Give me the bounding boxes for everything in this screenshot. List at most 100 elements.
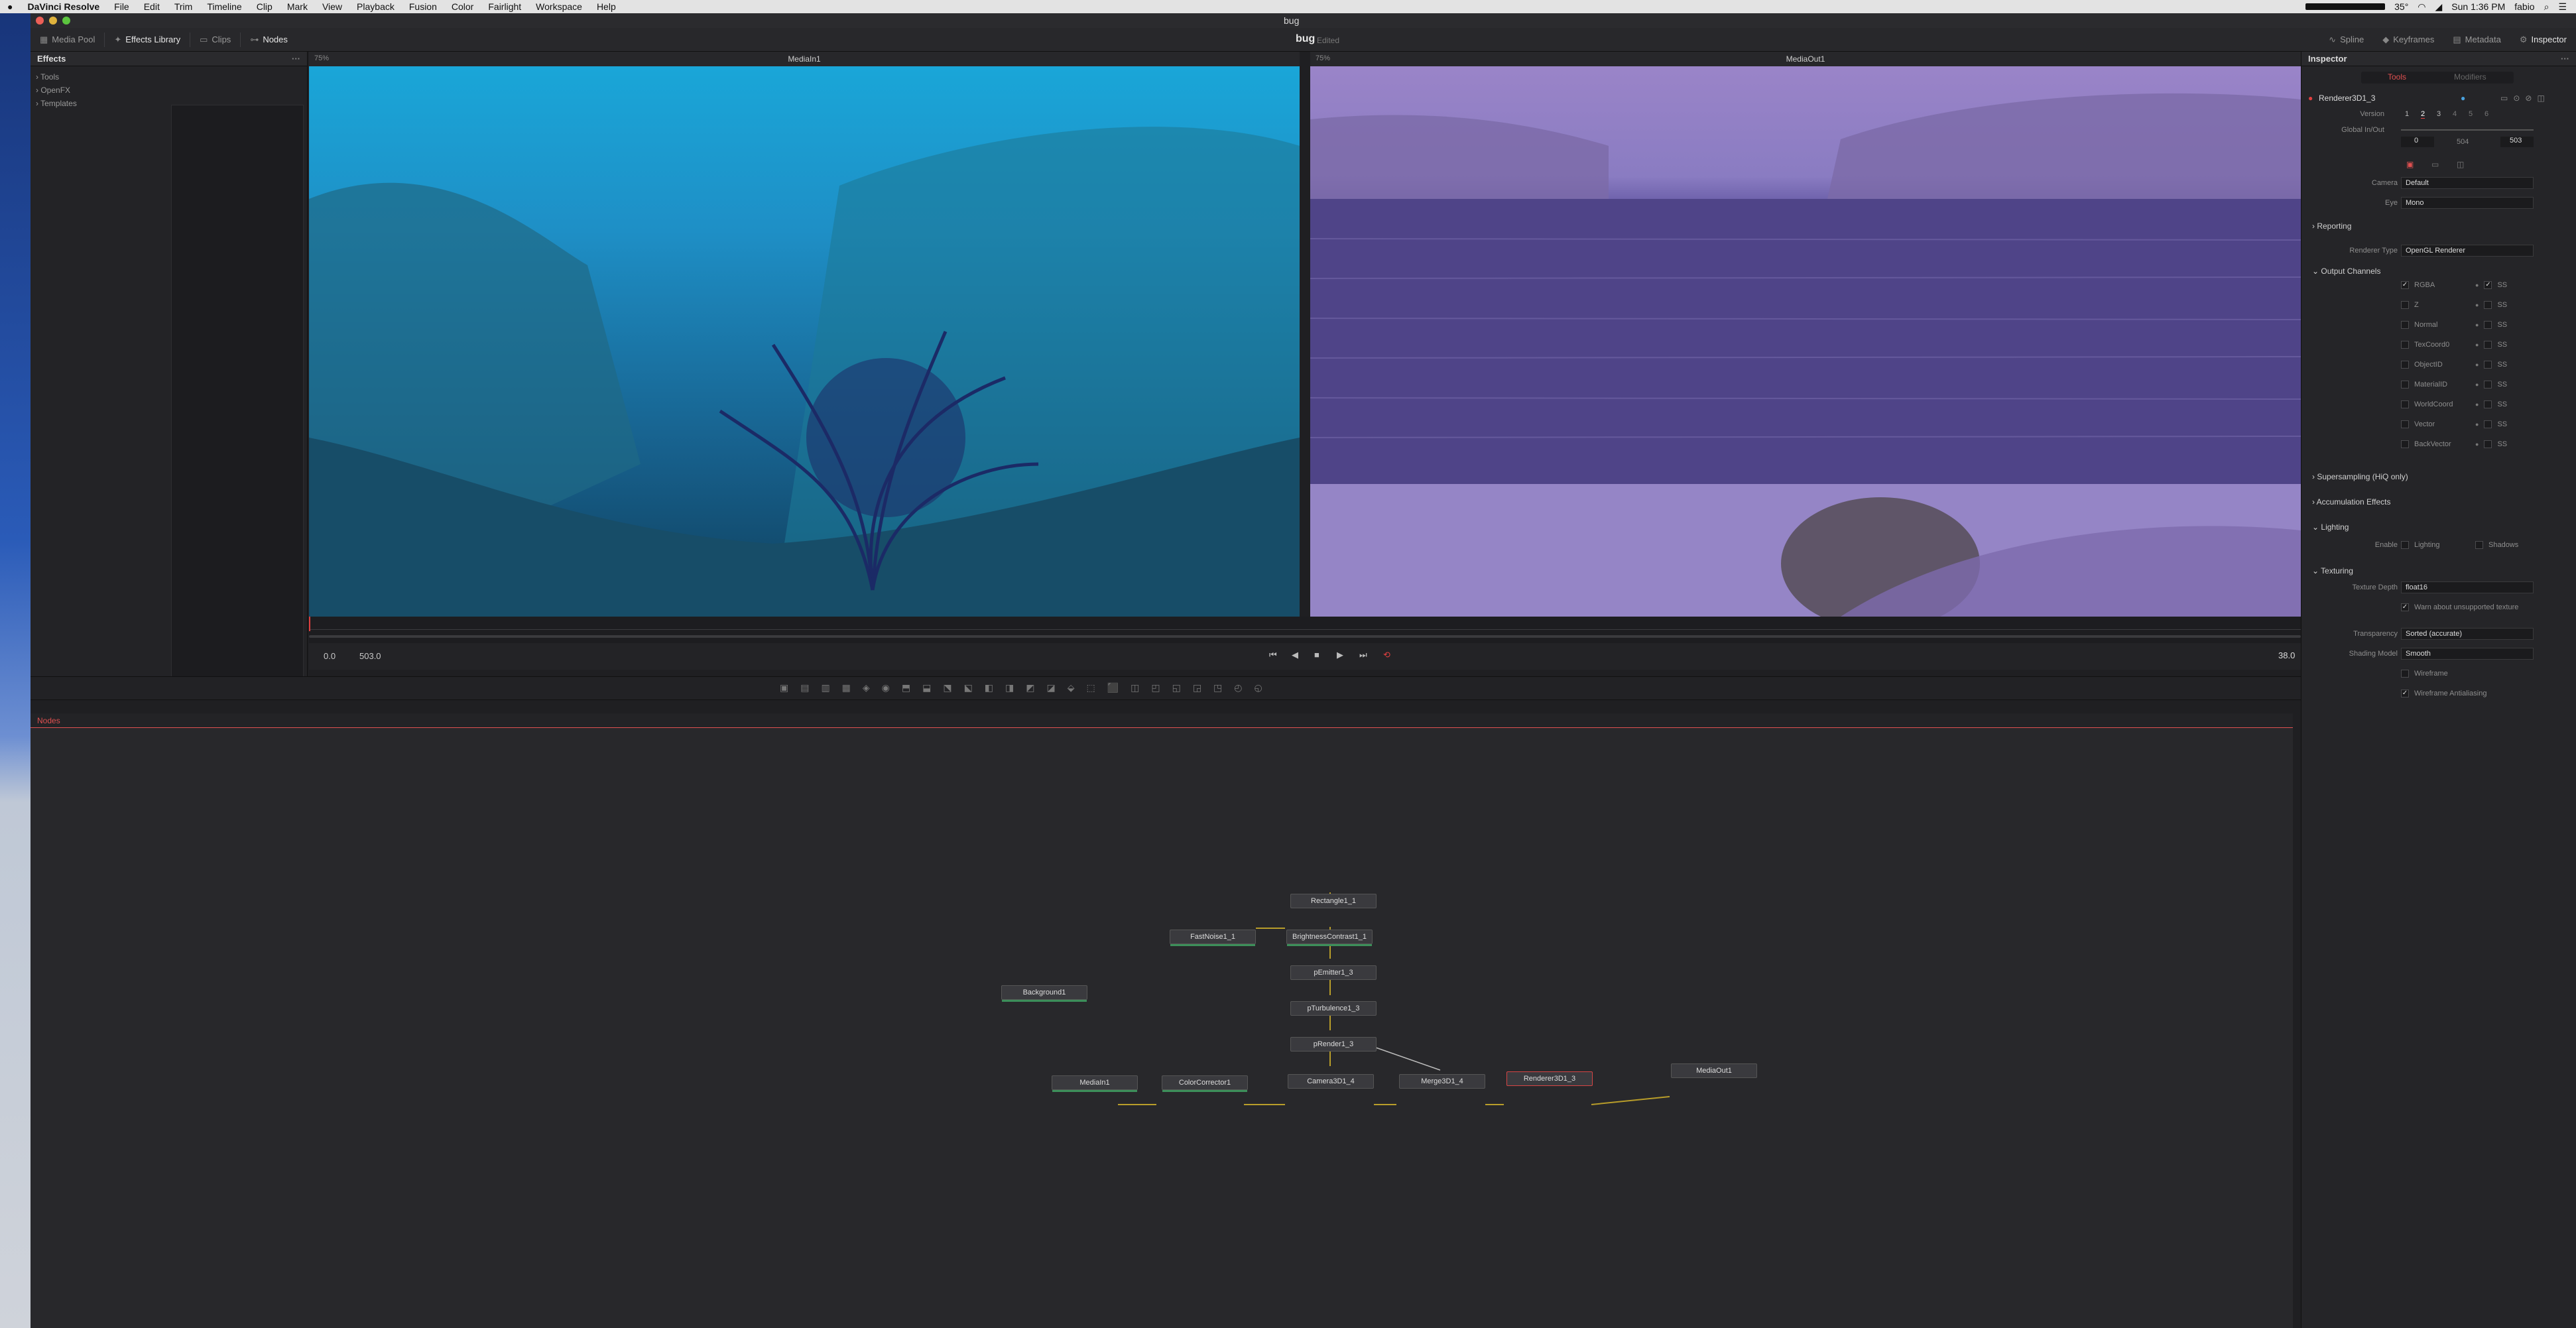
render-out-field[interactable]: 503.0: [359, 651, 381, 661]
viewer-left-zoom[interactable]: 75%: [314, 54, 329, 62]
controls-tab-icon[interactable]: ▣: [2406, 160, 2414, 169]
go-to-end-icon[interactable]: ⏭: [1359, 650, 1367, 660]
menu-mark[interactable]: Mark: [280, 0, 315, 13]
version-2[interactable]: 2: [2421, 110, 2425, 119]
more-options-icon[interactable]: ···: [2561, 54, 2569, 64]
node-background[interactable]: Background1: [1001, 985, 1087, 1002]
node-prender[interactable]: pRender1_3: [1290, 1037, 1377, 1052]
app-menu[interactable]: DaVinci Resolve: [20, 0, 107, 13]
global-in-field[interactable]: 0: [2401, 137, 2434, 147]
ss-checkbox[interactable]: [2484, 381, 2492, 389]
menu-workspace[interactable]: Workspace: [528, 0, 589, 13]
current-frame[interactable]: 38.0: [2278, 650, 2295, 660]
viewer-left-image[interactable]: [309, 66, 1300, 617]
notification-center-icon[interactable]: ☰: [2558, 1, 2567, 13]
tool-header-icons[interactable]: ▭⊙⊘◫: [2500, 93, 2550, 103]
node-brightness-contrast[interactable]: BrightnessContrast1_1: [1286, 930, 1373, 946]
nodes-button[interactable]: ⊶ Nodes: [241, 28, 297, 52]
node-renderer3d[interactable]: Renderer3D1_3: [1506, 1071, 1593, 1086]
effects-list[interactable]: [171, 105, 304, 682]
ss-checkbox[interactable]: [2484, 400, 2492, 408]
version-5[interactable]: 5: [2469, 110, 2473, 118]
node-colorcorrector[interactable]: ColorCorrector1: [1162, 1075, 1248, 1092]
play-forward-icon[interactable]: ▶: [1337, 650, 1343, 660]
volume-icon[interactable]: ◢: [2435, 1, 2443, 13]
viewer-right-zoom[interactable]: 75%: [1316, 54, 1330, 62]
viewer-right-image[interactable]: [1310, 66, 2301, 617]
effects-library-button[interactable]: ✦ Effects Library: [105, 28, 190, 52]
menu-help[interactable]: Help: [589, 0, 623, 13]
camera-select[interactable]: Default: [2401, 177, 2534, 189]
channel-checkbox[interactable]: ✓: [2401, 281, 2409, 289]
zoom-window-button[interactable]: [62, 17, 70, 25]
node-camera3d[interactable]: Camera3D1_4: [1288, 1074, 1374, 1089]
scrub-bar[interactable]: [309, 635, 2301, 638]
spotlight-search-icon[interactable]: ⌕: [2544, 1, 2549, 13]
menu-fusion[interactable]: Fusion: [402, 0, 444, 13]
spline-button[interactable]: ∿ Spline: [2319, 28, 2373, 52]
channel-checkbox[interactable]: [2401, 321, 2409, 329]
warn-checkbox[interactable]: ✓: [2401, 603, 2409, 611]
channel-checkbox[interactable]: [2401, 420, 2409, 428]
channel-checkbox[interactable]: [2401, 400, 2409, 408]
eye-select[interactable]: Mono: [2401, 197, 2534, 209]
version-6[interactable]: 6: [2484, 110, 2488, 118]
version-3[interactable]: 3: [2437, 110, 2441, 118]
node-merge3d[interactable]: Merge3D1_4: [1399, 1074, 1485, 1089]
metadata-button[interactable]: ▤ Metadata: [2443, 28, 2510, 52]
shadows-checkbox[interactable]: [2475, 541, 2483, 549]
texture-depth-select[interactable]: float16: [2401, 581, 2534, 593]
image-tab-icon[interactable]: ▭: [2431, 160, 2439, 169]
node-pturbulence[interactable]: pTurbulence1_3: [1290, 1001, 1377, 1016]
ss-checkbox[interactable]: [2484, 440, 2492, 448]
stop-icon[interactable]: ■: [1314, 650, 1319, 660]
menu-fairlight[interactable]: Fairlight: [481, 0, 528, 13]
section-accumulation[interactable]: › Accumulation Effects: [2312, 497, 2391, 507]
section-texturing[interactable]: ⌄ Texturing: [2312, 566, 2353, 575]
transparency-select[interactable]: Sorted (accurate): [2401, 628, 2534, 640]
settings-tab-icon[interactable]: ◫: [2457, 160, 2464, 169]
node-editor[interactable]: Nodes Rectangle1_1 FastNoise1_1 Brightne…: [31, 713, 2293, 1328]
channel-checkbox[interactable]: [2401, 341, 2409, 349]
tool-icons-row[interactable]: ▣▤▥▦◈◉⬒⬓⬔⬕◧◨◩◪⬙⬚⬛◫◰◱◲◳◴◵: [780, 682, 1274, 694]
global-inout-slider[interactable]: [2401, 129, 2534, 131]
ss-checkbox[interactable]: [2484, 361, 2492, 369]
version-4[interactable]: 4: [2453, 110, 2457, 118]
channel-checkbox[interactable]: [2401, 440, 2409, 448]
playhead[interactable]: [309, 617, 310, 631]
inspector-button[interactable]: ⚙ Inspector: [2510, 28, 2576, 52]
minimize-window-button[interactable]: [49, 17, 57, 25]
global-out-field[interactable]: 503: [2500, 137, 2534, 147]
node-mediain[interactable]: MediaIn1: [1052, 1075, 1138, 1092]
wireframe-checkbox[interactable]: [2401, 670, 2409, 678]
section-supersampling[interactable]: › Supersampling (HiQ only): [2312, 472, 2408, 481]
node-mediaout[interactable]: MediaOut1: [1671, 1063, 1757, 1078]
ss-checkbox[interactable]: ✓: [2484, 281, 2492, 289]
wireframe-aa-checkbox[interactable]: ✓: [2401, 690, 2409, 697]
menu-edit[interactable]: Edit: [137, 0, 167, 13]
tab-modifiers[interactable]: Modifiers: [2454, 72, 2486, 82]
clips-button[interactable]: ▭ Clips: [190, 28, 240, 52]
apple-menu-icon[interactable]: ●: [0, 0, 20, 13]
section-reporting[interactable]: › Reporting: [2312, 221, 2351, 231]
ss-checkbox[interactable]: [2484, 341, 2492, 349]
channel-checkbox[interactable]: [2401, 301, 2409, 309]
user-name[interactable]: fabio: [2514, 1, 2534, 12]
tab-tools[interactable]: Tools: [2388, 72, 2406, 82]
media-pool-button[interactable]: ▦ Media Pool: [31, 28, 104, 52]
tree-item-openfx[interactable]: › OpenFX: [36, 84, 302, 97]
shading-select[interactable]: Smooth: [2401, 648, 2534, 660]
channel-checkbox[interactable]: [2401, 361, 2409, 369]
clock[interactable]: Sun 1:36 PM: [2451, 1, 2505, 12]
menu-color[interactable]: Color: [444, 0, 481, 13]
menu-clip[interactable]: Clip: [249, 0, 280, 13]
channel-checkbox[interactable]: [2401, 381, 2409, 389]
node-rectangle[interactable]: Rectangle1_1: [1290, 894, 1377, 908]
menu-playback[interactable]: Playback: [349, 0, 402, 13]
menu-file[interactable]: File: [107, 0, 137, 13]
timeline-ruler[interactable]: [309, 617, 2301, 643]
menu-view[interactable]: View: [315, 0, 349, 13]
section-lighting[interactable]: ⌄ Lighting: [2312, 522, 2349, 532]
renderer-type-select[interactable]: OpenGL Renderer: [2401, 245, 2534, 257]
battery-icon[interactable]: [2305, 3, 2386, 10]
